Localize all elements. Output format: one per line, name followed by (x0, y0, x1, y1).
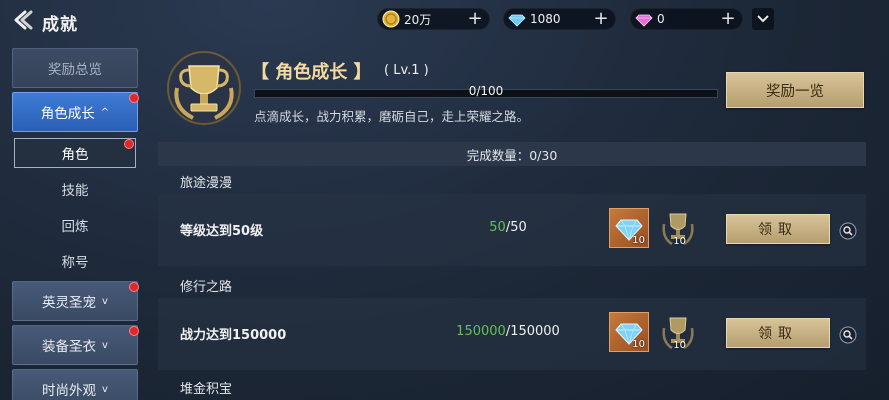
top-bar: 成就 20万 + 1080 + 0 + (0, 0, 889, 42)
reward-slot-trophy[interactable]: 10 (658, 208, 698, 248)
chevron-down-icon: v (102, 339, 108, 351)
notification-dot (129, 93, 139, 103)
back-button[interactable] (10, 7, 34, 33)
reward-quantity: 10 (632, 339, 645, 350)
diamond-currency-pill: 1080 + (503, 8, 616, 30)
back-arrow-icon (14, 10, 33, 30)
gold-currency-pill: 20万 + (377, 8, 490, 30)
sidebar-subitem-skills[interactable]: 技能 (14, 174, 136, 204)
achievement-progress-total: /50 (505, 220, 527, 235)
achievement-progress: 150000/150000 (408, 324, 608, 339)
sidebar-item-label: 角色成长 (40, 106, 95, 122)
page-title: 成就 (42, 15, 78, 35)
magnifier-icon[interactable] (839, 222, 857, 240)
reward-quantity: 10 (632, 235, 645, 246)
category-level: ( Lv.1 ) (384, 63, 429, 78)
notification-dot (129, 282, 139, 292)
achievement-name: 等级达到50级 (180, 224, 264, 239)
category-description: 点滴成长，战力积累，磨砺自己，走上荣耀之路。 (254, 109, 530, 124)
reward-slot-diamond[interactable]: 10 (609, 312, 649, 352)
category-progress-text: 0/100 (468, 84, 504, 98)
achievement-progress-total: /150000 (505, 324, 560, 339)
gold-amount: 20万 (404, 12, 432, 27)
sidebar-item-label: 英灵圣宠 (42, 295, 97, 311)
chevron-up-icon: ^ (100, 106, 110, 118)
achievement-progress-current: 150000 (456, 324, 506, 339)
reward-overview-button[interactable]: 奖励一览 (726, 72, 864, 108)
section-title: 修行之路 (180, 280, 233, 295)
sidebar-item-character-growth[interactable]: 角色成长 ^ (12, 92, 138, 132)
sidebar-item-spirit-pets[interactable]: 英灵圣宠 v (12, 281, 138, 321)
claim-button-label: 领取 (758, 326, 798, 342)
sidebar-subitem-label: 技能 (61, 183, 89, 199)
add-pink-diamond-button[interactable]: + (720, 9, 736, 29)
gold-coin-icon (382, 10, 400, 28)
blue-diamond-icon (508, 14, 526, 27)
trophy-emblem-icon (167, 51, 241, 125)
completion-summary-bar: 完成数量：0/30 (158, 142, 866, 166)
category-title: 【 角色成长 】 (251, 62, 372, 83)
achievement-progress: 50/50 (408, 220, 608, 235)
chevron-down-icon (757, 15, 769, 23)
section-title: 堆金积宝 (180, 382, 233, 397)
achievement-progress-current: 50 (489, 220, 506, 235)
reward-quantity: 10 (673, 236, 686, 247)
sidebar-item-equipment-cloth[interactable]: 装备圣衣 v (12, 325, 138, 365)
chevron-down-icon: v (102, 383, 108, 395)
expand-currency-button[interactable] (752, 8, 774, 30)
reward-overview-button-label: 奖励一览 (766, 83, 824, 100)
sidebar: 奖励总览 角色成长 ^ 角色 技能 回炼 称号 英灵圣宠 v 装备圣衣 v 时尚… (0, 44, 150, 400)
achievement-row: 战力达到150000 150000/150000 10 10 领取 (158, 298, 866, 370)
sidebar-item-label: 时尚外观 (42, 383, 97, 399)
pink-diamond-icon (635, 14, 653, 27)
achievement-name: 战力达到150000 (180, 328, 287, 343)
reward-slot-diamond[interactable]: 10 (609, 208, 649, 248)
reward-slot-trophy[interactable]: 10 (658, 312, 698, 352)
magnifier-icon[interactable] (839, 326, 857, 344)
claim-button[interactable]: 领取 (726, 318, 830, 348)
achievement-row: 等级达到50级 50/50 10 10 领取 (158, 194, 866, 266)
add-gold-button[interactable]: + (467, 9, 483, 29)
add-diamond-button[interactable]: + (593, 9, 609, 29)
sidebar-subitem-label: 称号 (61, 255, 89, 271)
pink-diamond-amount: 0 (657, 12, 665, 26)
reward-quantity: 10 (673, 340, 686, 351)
claim-button-label: 领取 (758, 222, 798, 238)
bound-diamond-currency-pill: 0 + (630, 8, 743, 30)
section-title: 旅途漫漫 (180, 176, 233, 191)
notification-dot (124, 139, 134, 149)
completion-summary-text: 完成数量：0/30 (466, 147, 558, 163)
sidebar-subitem-titles[interactable]: 称号 (14, 246, 136, 276)
diamond-amount: 1080 (530, 12, 561, 26)
claim-button[interactable]: 领取 (726, 214, 830, 244)
sidebar-subitem-character[interactable]: 角色 (14, 138, 136, 168)
sidebar-subitem-refine[interactable]: 回炼 (14, 210, 136, 240)
sidebar-item-label: 奖励总览 (48, 62, 102, 78)
sidebar-item-fashion[interactable]: 时尚外观 v (12, 369, 138, 400)
sidebar-item-reward-overview[interactable]: 奖励总览 (12, 48, 138, 88)
sidebar-subitem-label: 回炼 (61, 219, 89, 235)
notification-dot (129, 326, 139, 336)
sidebar-item-label: 装备圣衣 (42, 339, 97, 355)
sidebar-subitem-label: 角色 (61, 147, 89, 163)
chevron-down-icon: v (102, 295, 108, 307)
